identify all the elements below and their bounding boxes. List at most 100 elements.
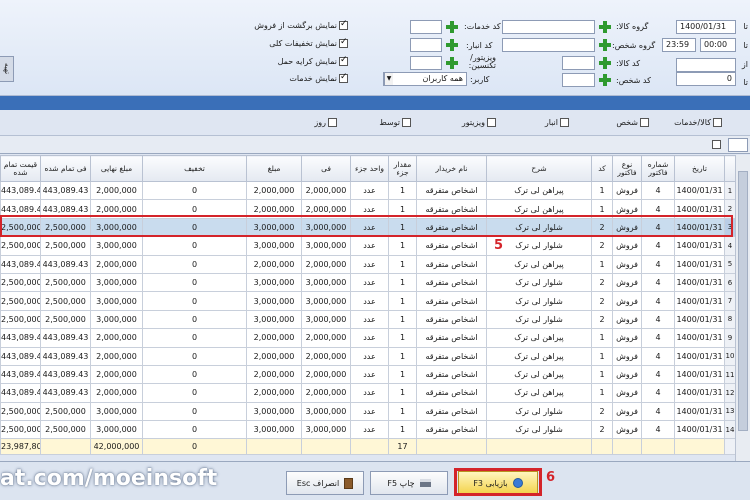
service-code-label: کد خدمات:: [464, 22, 501, 31]
group-product-label: گروه کالا:: [616, 22, 649, 31]
column-header[interactable]: شماره فاکتور: [641, 155, 675, 182]
table-cell: عدد: [350, 346, 389, 366]
add-product-code-icon[interactable]: [599, 57, 611, 69]
table-cell: عدد: [350, 364, 389, 385]
show-discounts-checkbox[interactable]: [339, 37, 348, 48]
table-cell: 2,000,000: [301, 383, 351, 403]
table-cell: 2,000,000: [301, 364, 351, 385]
row-filter-select[interactable]: [728, 138, 748, 152]
side-tab[interactable]: تهیه: [0, 56, 14, 82]
table-cell: 1400/01/31: [674, 328, 725, 348]
groupby-visitor-checkbox[interactable]: [487, 118, 496, 127]
time-from-input[interactable]: 00:00: [700, 38, 736, 52]
column-header[interactable]: نوع فاکتور: [612, 155, 642, 182]
add-group-person-icon[interactable]: [599, 39, 611, 51]
select-all-checkbox[interactable]: [712, 140, 721, 149]
table-row[interactable]: 7 1400/01/31 4 فروش 2 شلوار لی ترک اشخاص متفرق…: [0, 291, 736, 311]
table-cell: 4: [641, 217, 675, 238]
vertical-scrollbar[interactable]: [735, 155, 750, 461]
column-filter-row: [0, 136, 750, 154]
table-row[interactable]: 4 1400/01/31 4 فروش 2 شلوار لی ترک اشخاص متفرق…: [0, 236, 736, 256]
scrollbar-thumb[interactable]: [738, 171, 748, 431]
chevron-down-icon[interactable]: ▼: [384, 73, 393, 85]
show-freight-checkbox[interactable]: [339, 55, 348, 66]
print-button[interactable]: چاپ F5: [370, 471, 448, 495]
table-row[interactable]: 6 1400/01/31 4 فروش 2 شلوار لی ترک اشخاص متفرق…: [0, 272, 736, 293]
group-person-input[interactable]: [502, 38, 595, 52]
service-code-input[interactable]: [410, 20, 442, 34]
table-cell: اشخاص متفرقه: [416, 328, 487, 348]
add-visitor-icon[interactable]: [446, 57, 458, 69]
column-header[interactable]: تاریخ: [674, 155, 725, 182]
groupby-warehouse-checkbox[interactable]: [560, 118, 569, 127]
column-header[interactable]: کد: [591, 155, 613, 182]
table-cell: 4: [641, 328, 675, 348]
table-row[interactable]: 9 1400/01/31 4 فروش 1 پیراهن لی ترک اشخاص متفر…: [0, 328, 736, 348]
table-cell: 2: [591, 401, 613, 422]
visitor-input[interactable]: [410, 56, 442, 70]
add-group-product-icon[interactable]: [599, 21, 611, 33]
person-code-from-input[interactable]: [676, 58, 736, 72]
table-row[interactable]: 10 1400/01/31 4 فروش 1 پیراهن لی ترک اشخاص متف…: [0, 346, 736, 366]
date-to-input[interactable]: 1400/01/31: [676, 20, 736, 34]
totals-row-number: [724, 438, 736, 456]
product-code-input[interactable]: [562, 56, 595, 70]
person-code-to-input[interactable]: 0: [676, 72, 736, 86]
table-row[interactable]: 1 1400/01/31 4 فروش 1 پیراهن لی ترک اشخاص متفر…: [0, 180, 736, 201]
table-row[interactable]: 13 1400/01/31 4 فروش 2 شلوار لی ترک اشخاص متفر…: [0, 401, 736, 422]
groupby-day-checkbox[interactable]: [328, 118, 337, 127]
group-product-input[interactable]: [502, 20, 595, 34]
show-services-checkbox[interactable]: [339, 72, 348, 83]
table-cell: فروش: [612, 217, 642, 238]
warehouse-code-input[interactable]: [410, 38, 442, 52]
table-row[interactable]: 8 1400/01/31 4 فروش 2 شلوار لی ترک اشخاص متفرق…: [0, 309, 736, 330]
column-header[interactable]: واحد جزء: [350, 155, 389, 182]
refresh-button[interactable]: بازیابی F3: [458, 471, 538, 495]
table-cell: اشخاص متفرقه: [416, 236, 487, 256]
column-header[interactable]: مبلغ: [246, 155, 302, 182]
table-cell: اشخاص متفرقه: [416, 217, 487, 238]
person-code-input[interactable]: [562, 73, 595, 87]
column-header[interactable]: شرح: [486, 155, 592, 182]
groupby-person-checkbox[interactable]: [640, 118, 649, 127]
table-cell: 0: [142, 217, 247, 238]
column-header[interactable]: فی: [301, 155, 351, 182]
add-service-code-icon[interactable]: [446, 21, 458, 33]
column-header[interactable]: نام خریدار: [416, 155, 487, 182]
show-returns-checkbox[interactable]: [339, 19, 348, 30]
column-header[interactable]: مقدار جزء: [388, 155, 417, 182]
groupby-by-checkbox[interactable]: [402, 118, 411, 127]
user-select[interactable]: همه کاربران: [383, 72, 467, 86]
watermark: at.com/moeinsoft: [0, 466, 218, 491]
table-row[interactable]: 14 1400/01/31 4 فروش 2 شلوار لی ترک اشخاص متفر…: [0, 420, 736, 440]
totals-row: 17 042,000,000 23,987,805: [0, 438, 736, 456]
table-cell: عدد: [350, 309, 389, 330]
add-person-code-icon[interactable]: [599, 74, 611, 86]
table-cell: 2,000,000: [246, 346, 302, 366]
time-to-input[interactable]: 23:59: [662, 38, 696, 52]
table-row[interactable]: 5 1400/01/31 4 فروش 1 پیراهن لی ترک اشخاص متفر…: [0, 254, 736, 274]
table-row[interactable]: 3 1400/01/31 4 فروش 2 شلوار لی ترک اشخاص متفرق…: [0, 217, 736, 238]
table-row[interactable]: 12 1400/01/31 4 فروش 1 پیراهن لی ترک اشخاص متف…: [0, 383, 736, 403]
add-warehouse-code-icon[interactable]: [446, 39, 458, 51]
column-header[interactable]: تخفیف: [142, 155, 247, 182]
table-cell: اشخاص متفرقه: [416, 383, 487, 403]
table-cell: 3,000,000: [301, 309, 351, 330]
from-label: از: [741, 60, 748, 69]
table-row[interactable]: 11 1400/01/31 4 فروش 1 پیراهن لی ترک اشخاص متف…: [0, 364, 736, 385]
row-number: 2: [724, 199, 736, 219]
column-header[interactable]: مبلغ نهایی: [90, 155, 143, 182]
table-cell: 1400/01/31: [674, 254, 725, 274]
table-cell: 1400/01/31: [674, 420, 725, 440]
groupby-product-checkbox[interactable]: [713, 118, 722, 127]
total-cell: [301, 438, 351, 456]
printer-icon: [419, 479, 431, 487]
cancel-button[interactable]: انصراف Esc: [286, 471, 364, 495]
column-header[interactable]: قیمت تمام شده: [0, 155, 41, 182]
row-number: 7: [724, 291, 736, 311]
column-header[interactable]: فی تمام شده: [40, 155, 91, 182]
total-cell: [591, 438, 613, 456]
table-row[interactable]: 2 1400/01/31 4 فروش 1 پیراهن لی ترک اشخاص متفر…: [0, 199, 736, 219]
table-cell: 2,500,000: [40, 272, 91, 293]
sales-grid: تاریخ شماره فاکتور نوع فاکتور کد شرح نام خرید…: [0, 155, 736, 456]
